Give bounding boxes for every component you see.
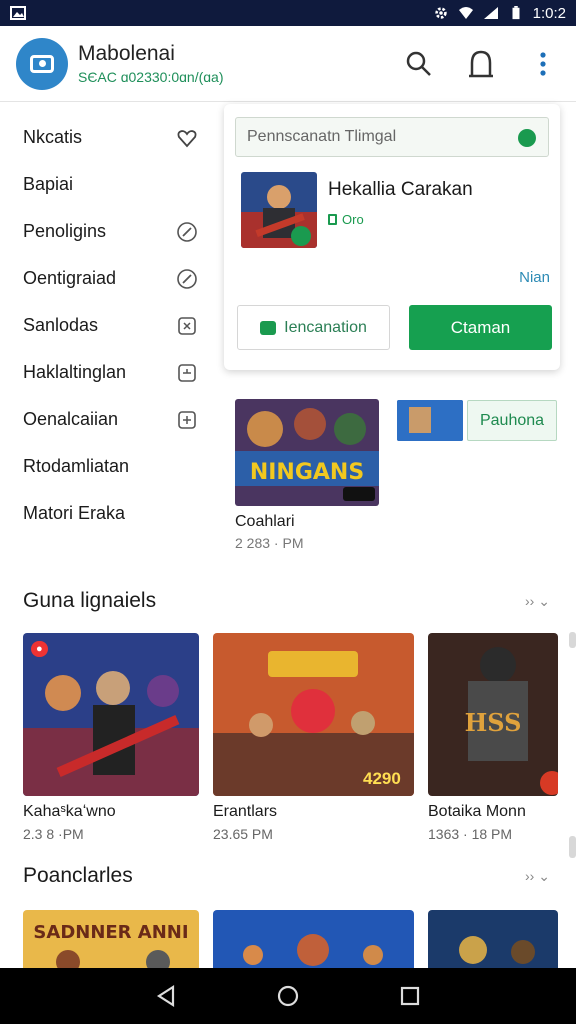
sidebar-item-label: Rtodamliatan xyxy=(23,456,130,476)
search-icon[interactable] xyxy=(402,47,436,81)
app-subtitle: SЄAC ɑ02330:0ɑn/(ɑa) xyxy=(78,69,224,85)
battery-icon xyxy=(512,6,520,20)
sidebar-item-label: Oenalcaiian xyxy=(23,409,119,429)
card-title[interactable]: Kahaˢkaʻwno xyxy=(23,803,116,821)
sidebar-item-label: Matori Eraka xyxy=(23,503,126,523)
app-bar: Mabolenai SЄAC ɑ02330:0ɑn/(ɑa) xyxy=(0,26,576,102)
sidebar-item-7[interactable]: Rtodamliatan xyxy=(0,443,222,490)
image-icon xyxy=(10,6,26,20)
sidebar-item-3[interactable]: Oentigraiad xyxy=(0,255,222,302)
app-logo[interactable] xyxy=(16,37,68,90)
sidebar-item-label: Sanlodas xyxy=(23,315,99,335)
sidebar-item-5[interactable]: Haklaltinglan xyxy=(0,349,222,396)
section-more-icon[interactable]: ›› ⌄ xyxy=(525,593,550,610)
game-card[interactable] xyxy=(428,910,558,970)
sidebar-item-8[interactable]: Matori Eraka xyxy=(0,490,222,537)
mini-thumbnail[interactable] xyxy=(397,400,463,441)
signal-icon xyxy=(483,7,498,19)
sidebar-item-6[interactable]: Oenalcaiian xyxy=(0,396,222,443)
game-card[interactable]: 4290 xyxy=(213,633,414,796)
card-time: 1363 · 18 PM xyxy=(428,826,513,842)
card-title[interactable]: Erantlars xyxy=(213,803,277,821)
status-bar: 1:0:2 xyxy=(0,0,576,26)
secondary-button[interactable]: Iencanation xyxy=(237,305,390,350)
status-time: 1:0:2 xyxy=(532,4,566,22)
search-placeholder: Pennscanatn Tlimgal xyxy=(247,128,397,145)
scrollbar[interactable] xyxy=(569,632,576,648)
more-link[interactable]: Nian xyxy=(519,269,550,286)
card-badge: ● xyxy=(31,641,48,657)
search-panel: Pennscanatn Tlimgal Hekallia Carakan Oro… xyxy=(224,104,560,370)
home-icon[interactable] xyxy=(276,984,300,1008)
section-title: Poanclarles xyxy=(23,864,133,887)
game-card[interactable] xyxy=(213,910,414,970)
feature-image[interactable]: NINGANS xyxy=(235,399,379,506)
more-vert-icon[interactable] xyxy=(526,47,560,81)
game-card[interactable]: ● xyxy=(23,633,199,796)
back-icon[interactable] xyxy=(155,984,177,1008)
crop-icon xyxy=(178,317,196,335)
download-icon xyxy=(260,320,277,335)
card-time: 23.65 PM xyxy=(213,826,273,842)
section-more-icon[interactable]: ›› ⌄ xyxy=(525,868,550,885)
navigation-bar xyxy=(0,968,576,1024)
svg-text:HSS: HSS xyxy=(465,708,522,737)
game-card[interactable]: SADNNER ANNI xyxy=(23,910,199,970)
scrollbar[interactable] xyxy=(569,836,576,858)
account-icon[interactable] xyxy=(464,47,498,81)
sidebar-item-label: Bapiai xyxy=(23,174,74,194)
tag-icon xyxy=(328,214,337,225)
crop-icon xyxy=(178,364,196,382)
mic-icon[interactable] xyxy=(518,129,536,147)
sidebar-item-label: Haklaltinglan xyxy=(23,362,127,382)
sidebar-item-label: Nkcatis xyxy=(23,127,83,147)
sidebar-item-label: Oentigraiad xyxy=(23,268,117,288)
compass-icon xyxy=(177,222,197,242)
side-button[interactable]: Pauhona xyxy=(467,400,557,441)
card-art-text: SADNNER ANNI xyxy=(33,922,188,943)
game-thumbnail[interactable] xyxy=(241,172,317,248)
sidebar-item-1[interactable]: Bapiai xyxy=(0,161,222,208)
section-title: Guna lignaiels xyxy=(23,589,157,612)
recents-icon[interactable] xyxy=(399,985,421,1007)
feature-time: 2 283 · PM xyxy=(235,535,304,551)
sidebar-item-0[interactable]: Nkcatis xyxy=(0,114,222,161)
primary-button[interactable]: Ctaman xyxy=(409,305,552,350)
card-price: 4290 xyxy=(363,769,401,788)
game-title[interactable]: Hekallia Carakan xyxy=(328,179,473,201)
feature-art-text: NINGANS xyxy=(250,460,364,485)
search-input[interactable]: Pennscanatn Tlimgal xyxy=(235,117,549,157)
game-card[interactable]: HSS xyxy=(428,633,558,796)
card-title[interactable]: Botaika Monn xyxy=(428,803,526,821)
crop-icon xyxy=(178,411,196,429)
wifi-icon xyxy=(458,7,473,19)
sidebar-item-2[interactable]: Penoligins xyxy=(0,208,222,255)
card-time: 2.3 8 ·PM xyxy=(23,826,84,842)
sidebar: Nkcatis Bapiai Penoligins Oentigraiad Sa… xyxy=(0,104,222,527)
app-title: Mabolenai xyxy=(78,42,175,65)
compass-icon xyxy=(177,269,197,289)
heart-icon[interactable] xyxy=(176,127,198,149)
sidebar-item-4[interactable]: Sanlodas xyxy=(0,302,222,349)
sidebar-item-label: Penoligins xyxy=(23,221,107,241)
gear-icon xyxy=(434,7,447,19)
game-meta: Oro xyxy=(328,212,364,227)
feature-title[interactable]: Coahlari xyxy=(235,513,295,531)
